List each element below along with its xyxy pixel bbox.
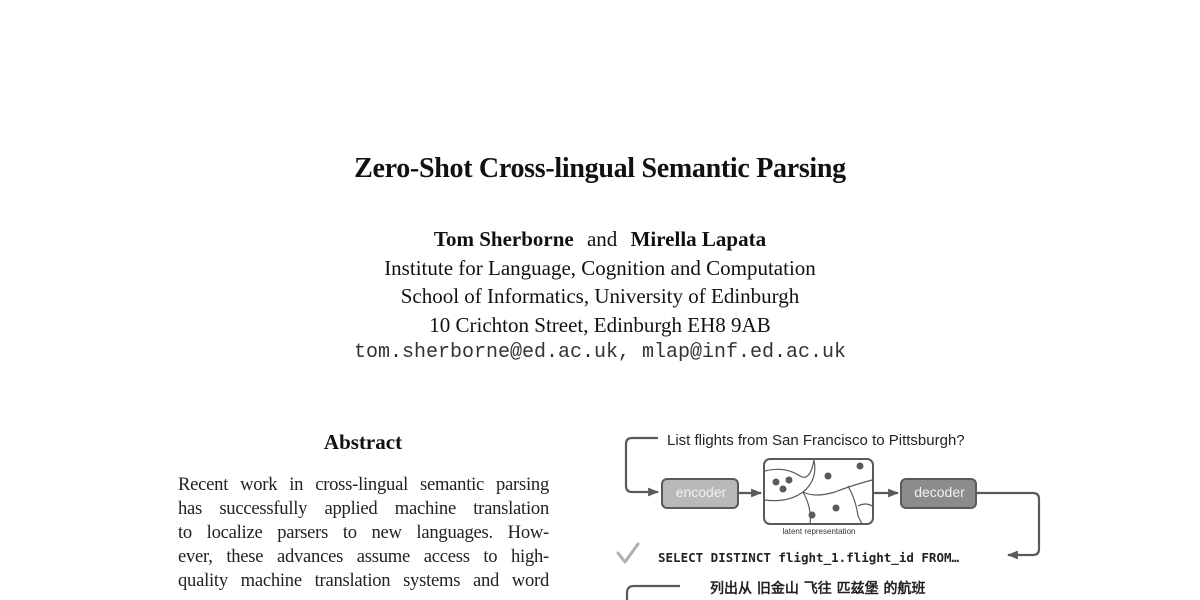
- sql-output: SELECT DISTINCT flight_1.flight_id FROM…: [658, 550, 960, 565]
- affiliation-line: School of Informatics, University of Edi…: [400, 284, 800, 308]
- latent-representation-icon: [763, 458, 874, 525]
- input-arrow: [624, 436, 660, 497]
- decoder-label: decoder: [914, 484, 965, 500]
- author-conjunction: and: [586, 227, 618, 251]
- encoder-label: encoder: [675, 484, 727, 500]
- affiliation-line: Institute for Language, Cognition and Co…: [384, 255, 816, 280]
- abstract-line: Recent work in cross-lingual semantic pa…: [178, 474, 549, 495]
- input-arrow-zh: [625, 584, 680, 600]
- question-chinese: 列出从 旧金山 飞往 匹兹堡 的航班: [710, 581, 926, 597]
- abstract-line: has successfully applied machine transla…: [178, 498, 549, 519]
- question-english: List flights from San Francisco to Pitts…: [667, 432, 965, 449]
- abstract-line: quality machine translation systems and …: [178, 570, 549, 591]
- paper-title: Zero-Shot Cross-lingual Semantic Parsing: [354, 153, 846, 184]
- check-icon: [616, 542, 640, 564]
- abstract-body: Recent work in cross-lingual semantic pa…: [178, 473, 549, 593]
- author-name: Mirella Lapata: [630, 227, 767, 251]
- figure-1: List flights from San Francisco to Pitts…: [600, 420, 1060, 600]
- output-arrow: [977, 491, 1041, 560]
- latent-caption: latent representation: [782, 527, 856, 536]
- author-name: Tom Sherborne: [433, 227, 574, 251]
- author-emails: tom.sherborne@ed.ac.uk, mlap@inf.ed.ac.u…: [353, 341, 847, 364]
- abstract-line: ever, these advances assume access to hi…: [178, 546, 549, 567]
- affiliation-line: 10 Crichton Street, Edinburgh EH8 9AB: [429, 312, 771, 337]
- abstract-line: to localize parsers to new languages. Ho…: [178, 522, 549, 543]
- author-block: Tom Sherborne and Mirella Lapata Institu…: [0, 225, 1200, 368]
- author-line: Tom Sherborne and Mirella Lapata: [0, 225, 1200, 254]
- abstract-heading: Abstract: [323, 430, 403, 454]
